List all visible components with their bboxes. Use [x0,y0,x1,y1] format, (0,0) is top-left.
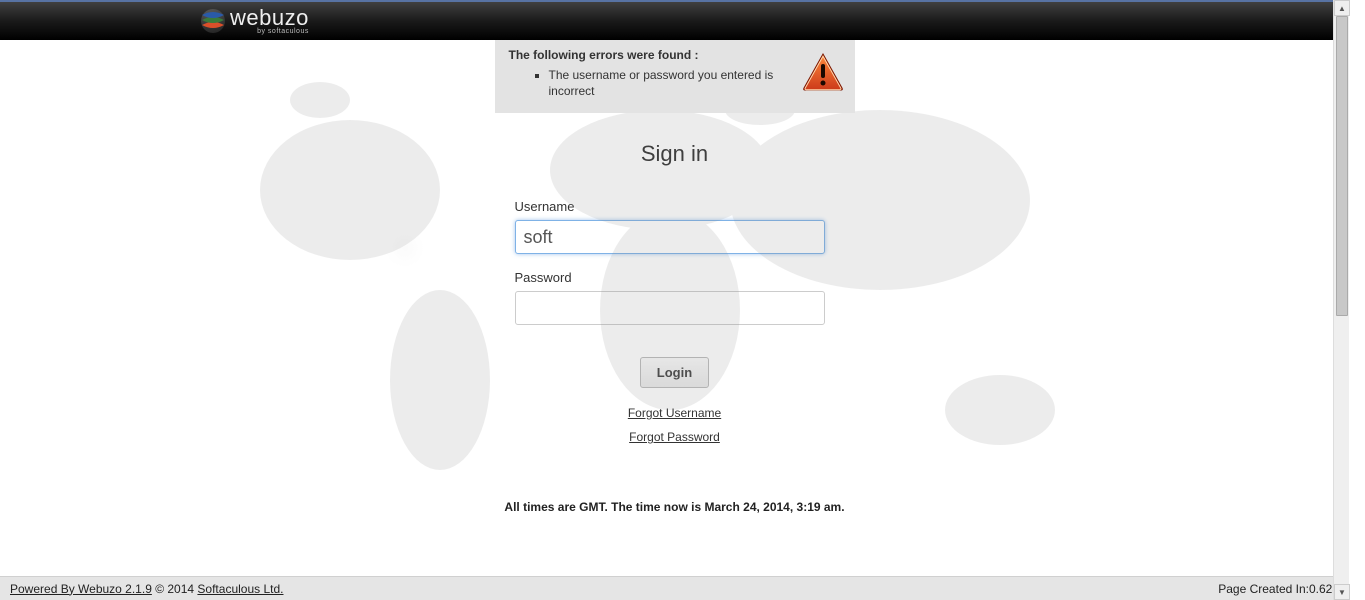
login-button[interactable]: Login [640,357,709,388]
powered-by-link[interactable]: Powered By Webuzo 2.1.9 [10,582,152,596]
logo[interactable]: webuzo by softaculous [200,7,309,35]
error-item: The username or password you entered is … [549,68,779,99]
warning-icon [801,52,845,92]
scroll-down-arrow-icon[interactable]: ▼ [1334,584,1350,600]
forgot-username-link[interactable]: Forgot Username [515,406,835,420]
logo-text: webuzo by softaculous [230,7,309,35]
page-created-info: Page Created In:0.623 [1218,582,1339,596]
content-area: The following errors were found : The us… [0,40,1349,560]
footer: Powered By Webuzo 2.1.9 © 2014 Softaculo… [0,576,1349,600]
time-info: All times are GMT. The time now is March… [0,500,1349,514]
brand-subtitle: by softaculous [230,28,309,35]
password-label: Password [515,270,835,285]
username-label: Username [515,199,835,214]
error-title: The following errors were found : [509,48,841,62]
brand-name: webuzo [230,7,309,29]
error-box: The following errors were found : The us… [495,40,855,113]
header-bar: webuzo by softaculous [0,0,1349,40]
error-list: The username or password you entered is … [549,68,841,99]
password-input[interactable] [515,291,825,325]
username-input[interactable] [515,220,825,254]
scroll-up-arrow-icon[interactable]: ▲ [1334,0,1350,16]
copyright-text: © 2014 [152,582,198,596]
sign-in-title: Sign in [515,141,835,167]
scrollbar-thumb[interactable] [1336,16,1348,316]
username-group: Username [515,199,835,254]
scrollbar[interactable]: ▲ ▼ [1333,0,1349,600]
sign-in-form: Sign in Username Password Login Forgot U… [515,141,835,444]
footer-left: Powered By Webuzo 2.1.9 © 2014 Softaculo… [10,582,283,596]
forgot-password-link[interactable]: Forgot Password [515,430,835,444]
password-group: Password [515,270,835,325]
softaculous-link[interactable]: Softaculous Ltd. [197,582,283,596]
help-links: Forgot Username Forgot Password [515,406,835,444]
logo-sphere-icon [200,8,226,34]
